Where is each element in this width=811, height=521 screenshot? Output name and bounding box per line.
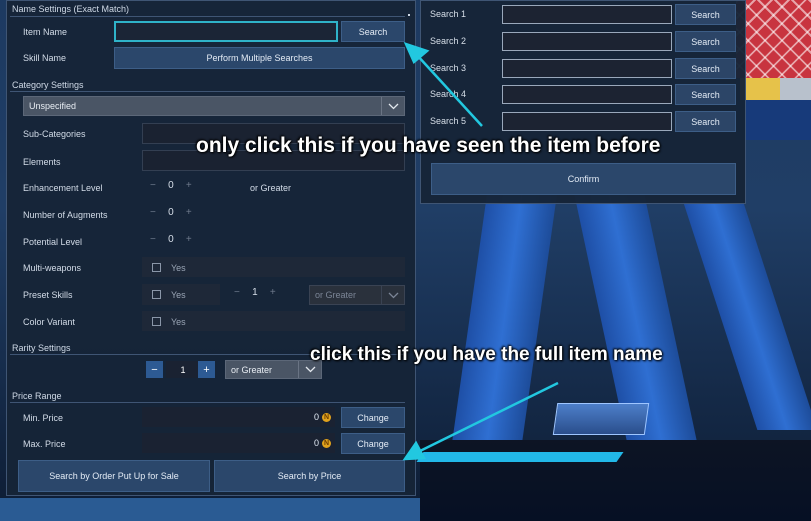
annotation-arrow-top: [415, 53, 483, 127]
arrowhead-icon: [403, 41, 430, 65]
arrowhead-icon: [402, 440, 427, 461]
annotation-arrows: [402, 41, 559, 461]
annotation-bottom-text: click this if you have the full item nam…: [310, 344, 663, 365]
annotation-top-text: only click this if you have seen the ite…: [196, 134, 661, 157]
annotation-arrow-bottom: [417, 381, 559, 454]
